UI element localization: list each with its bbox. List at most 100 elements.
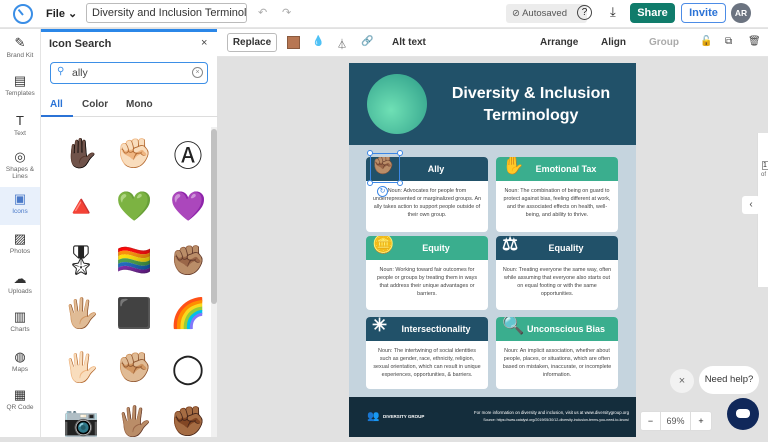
opacity-icon[interactable]: 💧 [312,36,324,47]
term-card[interactable]: ✋ Emotional Tax Noun: The combination of b… [496,157,618,232]
invite-button[interactable]: Invite [681,3,726,23]
sidebar-item-brand-kit[interactable]: ✎ Brand Kit [0,31,40,69]
avatar[interactable]: AR [731,3,751,23]
trash-icon[interactable]: 🗑 [748,36,761,47]
templates-icon: ▤ [13,73,27,88]
sidebar-item-text[interactable]: T Text [0,109,40,147]
color-swatch[interactable] [287,36,300,49]
term-title[interactable]: Intersectionality [401,324,470,334]
icon-result[interactable]: 🏳️‍🌈 [114,241,154,281]
icon-result[interactable]: ✊🏾 [168,402,208,442]
top-bar: File ⌄ Diversity and Inclusion Terminolo… [0,0,768,28]
zoom-out-button[interactable]: − [641,412,661,430]
sidebar-item-uploads[interactable]: ☁ Uploads [0,267,40,305]
need-help-bubble[interactable]: Need help? [699,366,759,394]
icon-result[interactable]: ✋🏿 [61,134,101,174]
term-definition[interactable]: Noun: An implicit association, whether a… [496,341,618,385]
lock-icon[interactable]: 🔓 [700,36,712,47]
icon-result[interactable]: ◯ [168,348,208,388]
icon-result[interactable]: 🎖 [61,241,101,281]
group-button[interactable]: Group [649,37,679,48]
term-card[interactable]: ✳ Intersectionality Noun: The intertwining… [366,317,488,389]
term-title[interactable]: Unconscious Bias [527,324,605,334]
sidebar-item-photos[interactable]: ▨ Photos [0,227,40,265]
alt-text-button[interactable]: Alt text [392,37,426,48]
rotate-icon[interactable]: ↻ [377,186,388,197]
link-icon[interactable]: 🔗 [361,36,373,47]
app-logo-icon[interactable] [13,4,33,24]
poster-footer: 👥 DIVERSITY GROUP For more information o… [349,397,636,437]
file-menu[interactable]: File ⌄ [46,7,77,20]
term-card[interactable]: 🔍 Unconscious Bias Noun: An implicit assoc… [496,317,618,389]
poster[interactable]: Diversity & Inclusion Terminology ✊🏽 Ally… [349,63,636,437]
icon-result[interactable]: 🔺 [61,187,101,227]
zoom-value[interactable]: 69% [661,412,691,430]
sidebar-item-label: Photos [9,248,31,255]
term-icon[interactable]: 🪙 [372,236,394,256]
scrollbar[interactable] [211,127,217,437]
document-title-input[interactable]: Diversity and Inclusion Terminolog... [86,3,247,23]
term-definition[interactable]: Noun: Working toward fair outcomes for p… [366,260,488,304]
icon-result[interactable]: 🖐🏻 [61,348,101,388]
resize-handle[interactable] [367,180,373,186]
icon-result[interactable]: 🖐🏼 [61,294,101,334]
sidebar-item-maps[interactable]: ◍ Maps [0,345,40,383]
term-icon[interactable]: 🔍 [502,317,524,337]
duplicate-icon[interactable]: ⧉ [725,36,732,47]
clear-search-icon[interactable]: × [192,67,203,78]
icon-result[interactable]: 💜 [168,187,208,227]
sidebar-item-qr-code[interactable]: ▦ QR Code [0,383,40,421]
close-icon[interactable]: × [201,37,207,49]
help-icon[interactable]: ? [577,5,592,20]
tab-mono[interactable]: Mono [126,99,153,110]
undo-icon[interactable]: ↶ [258,6,267,19]
term-card[interactable]: 🪙 Equity Noun: Working toward fair outcome… [366,236,488,310]
term-icon[interactable]: ✳ [372,317,387,337]
arrange-button[interactable]: Arrange [540,37,578,48]
icon-result[interactable]: 💚 [114,187,154,227]
redo-icon[interactable]: ↷ [282,6,291,19]
sidebar-item-shapes-lines[interactable]: ◎ Shapes & Lines [0,145,40,183]
chat-icon[interactable] [727,398,759,430]
term-card[interactable]: ⚖ Equality Noun: Treating everyone the sam… [496,236,618,310]
search-input[interactable]: ⚲ ally × [50,62,208,84]
align-button[interactable]: Align [601,37,626,48]
term-icon[interactable]: ⚖ [502,236,518,256]
term-icon[interactable]: ✋ [502,157,524,177]
sidebar-item-charts[interactable]: ▥ Charts [0,305,40,343]
term-definition[interactable]: Noun: The combination of being on guard … [496,181,618,225]
icon-result[interactable]: ⬛ [114,294,154,334]
selection-box[interactable]: ↻ [367,150,403,197]
scrollbar-thumb[interactable] [211,129,217,304]
sidebar-item-templates[interactable]: ▤ Templates [0,69,40,107]
resize-handle[interactable] [367,150,373,156]
icon-result[interactable]: 🖐🏽 [114,402,154,442]
term-definition[interactable]: Noun: The intertwining of social identit… [366,341,488,385]
resize-handle[interactable] [397,150,403,156]
chevron-left-icon[interactable]: ‹ [742,196,760,214]
term-title[interactable]: Emotional Tax [536,164,597,174]
download-icon[interactable]: ⤓ [610,4,616,20]
tab-all[interactable]: All [50,99,63,110]
term-title[interactable]: Ally [428,164,445,174]
icon-result[interactable]: Ⓐ [168,134,208,174]
replace-button[interactable]: Replace [227,33,277,52]
poster-title[interactable]: Diversity & Inclusion Terminology [441,83,621,127]
icon-result[interactable]: ✊🏼 [114,348,154,388]
share-button[interactable]: Share [630,3,675,23]
page-number-input[interactable]: 1 [762,161,768,170]
tab-color[interactable]: Color [82,99,108,110]
flip-icon[interactable]: ⏃ [337,36,347,51]
zoom-in-button[interactable]: + [691,412,711,430]
close-help-icon[interactable]: × [670,369,694,393]
autosave-status: ⊘ Autosaved [506,4,587,23]
term-title[interactable]: Equality [548,243,583,253]
icon-result[interactable]: ✊🏽 [168,241,208,281]
term-title[interactable]: Equity [422,243,450,253]
term-definition[interactable]: Noun: Treating everyone the same way, of… [496,260,618,304]
resize-handle[interactable] [397,180,403,186]
sidebar-item-icons[interactable]: ▣ Icons [0,187,40,225]
icon-result[interactable]: 📷 [61,402,101,442]
icon-result[interactable]: ✊🏻 [114,134,154,174]
icon-result[interactable]: 🌈 [168,294,208,334]
